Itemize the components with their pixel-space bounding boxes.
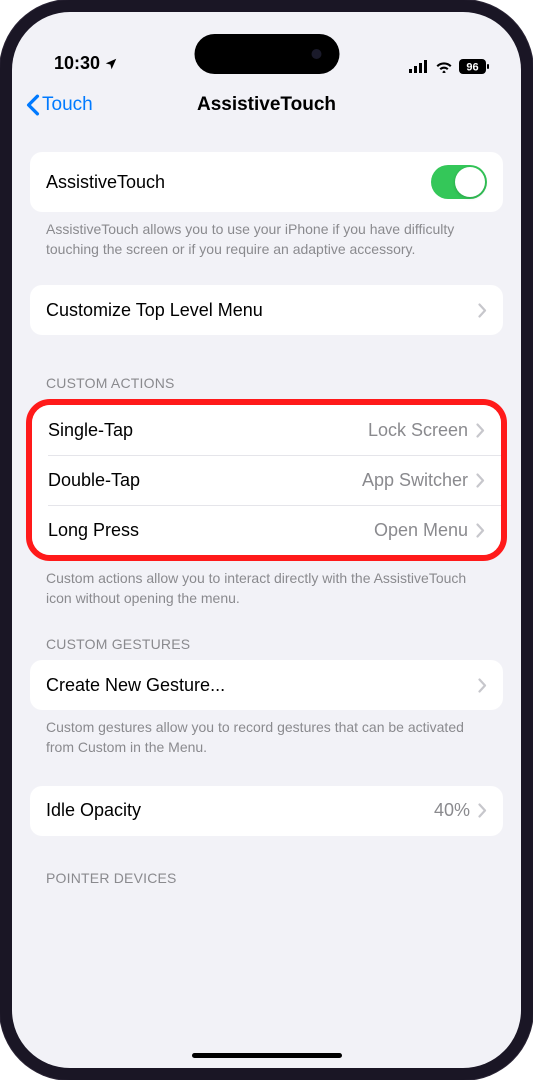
chevron-right-icon	[476, 523, 485, 538]
row-label: Single-Tap	[48, 420, 133, 441]
row-label: Double-Tap	[48, 470, 140, 491]
row-double-tap[interactable]: Double-Tap App Switcher	[32, 455, 501, 505]
group-header: CUSTOM ACTIONS	[30, 375, 503, 399]
group-custom-gestures: CUSTOM GESTURES Create New Gesture... Cu…	[30, 636, 503, 757]
group-customize: Customize Top Level Menu	[30, 285, 503, 335]
location-icon	[104, 57, 118, 71]
chevron-left-icon	[26, 94, 40, 116]
row-label: AssistiveTouch	[46, 172, 165, 193]
group-header: CUSTOM GESTURES	[30, 636, 503, 660]
chevron-right-icon	[478, 678, 487, 693]
group-footer: Custom actions allow you to interact dir…	[30, 561, 503, 608]
row-value: Lock Screen	[368, 420, 468, 441]
row-single-tap[interactable]: Single-Tap Lock Screen	[32, 405, 501, 455]
row-assistivetouch[interactable]: AssistiveTouch	[30, 152, 503, 212]
group-custom-actions: CUSTOM ACTIONS Single-Tap Lock Screen Do…	[30, 375, 503, 608]
row-label: Create New Gesture...	[46, 675, 225, 696]
chevron-right-icon	[476, 423, 485, 438]
row-long-press[interactable]: Long Press Open Menu	[32, 505, 501, 555]
row-customize-menu[interactable]: Customize Top Level Menu	[30, 285, 503, 335]
side-button	[0, 200, 1, 235]
row-label: Idle Opacity	[46, 800, 141, 821]
group-idle-opacity: Idle Opacity 40%	[30, 786, 503, 836]
cellular-icon	[409, 60, 429, 73]
svg-text:96: 96	[466, 62, 478, 74]
annotation-highlight: Single-Tap Lock Screen Double-Tap App Sw…	[26, 399, 507, 561]
volume-up-button	[0, 265, 1, 330]
row-label: Customize Top Level Menu	[46, 300, 263, 321]
page-title: AssistiveTouch	[197, 94, 336, 116]
group-header: POINTER DEVICES	[30, 870, 503, 894]
group-footer: Custom gestures allow you to record gest…	[30, 710, 503, 757]
nav-bar: Touch AssistiveTouch	[12, 80, 521, 130]
group-footer: AssistiveTouch allows you to use your iP…	[30, 212, 503, 259]
home-indicator[interactable]	[192, 1053, 342, 1058]
chevron-right-icon	[478, 803, 487, 818]
phone-frame: 10:30 96	[0, 0, 533, 1080]
toggle-assistivetouch[interactable]	[431, 165, 487, 199]
chevron-right-icon	[478, 303, 487, 318]
row-create-gesture[interactable]: Create New Gesture...	[30, 660, 503, 710]
settings-content[interactable]: AssistiveTouch AssistiveTouch allows you…	[12, 130, 521, 1032]
wifi-icon	[435, 60, 453, 73]
row-label: Long Press	[48, 520, 139, 541]
back-label: Touch	[42, 94, 93, 116]
chevron-right-icon	[476, 473, 485, 488]
dynamic-island	[194, 34, 339, 74]
row-value: App Switcher	[362, 470, 468, 491]
status-time: 10:30	[54, 53, 100, 74]
group-pointer-devices: POINTER DEVICES	[30, 870, 503, 894]
row-value: Open Menu	[374, 520, 468, 541]
battery-icon: 96	[459, 59, 489, 74]
group-main: AssistiveTouch AssistiveTouch allows you…	[30, 152, 503, 259]
volume-down-button	[0, 345, 1, 410]
row-idle-opacity[interactable]: Idle Opacity 40%	[30, 786, 503, 836]
back-button[interactable]: Touch	[26, 94, 93, 116]
row-value: 40%	[434, 800, 470, 821]
screen: 10:30 96	[12, 12, 521, 1068]
